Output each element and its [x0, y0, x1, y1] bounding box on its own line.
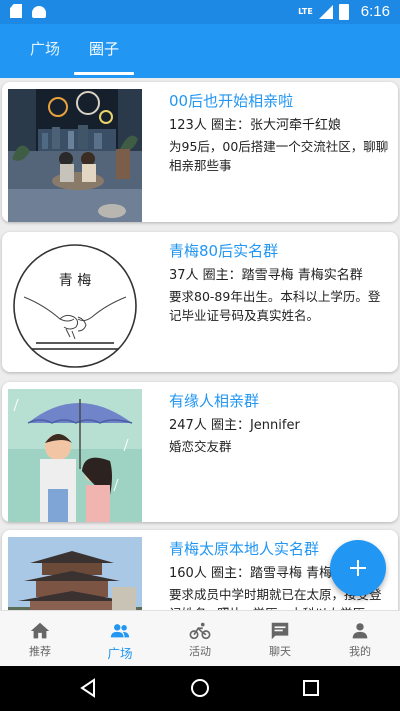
nav-label: 活动 [189, 645, 211, 658]
circle-title[interactable]: 青梅太原本地人实名群 [169, 538, 319, 559]
home-circle-icon[interactable] [190, 678, 210, 698]
nav-item-activity[interactable]: 活动 [160, 611, 240, 667]
chat-icon [271, 622, 289, 640]
nav-label: 推荐 [29, 645, 51, 658]
bottom-nav: 推荐 广场 活动 聊天 我的 [0, 610, 400, 667]
people-icon [110, 624, 130, 638]
circle-title[interactable]: 有缘人相亲群 [169, 390, 259, 411]
tab-circles[interactable]: 圈子 [74, 24, 134, 78]
circle-thumbnail [8, 537, 142, 610]
nav-item-recommend[interactable]: 推荐 [0, 611, 80, 667]
circle-thumbnail [8, 389, 142, 522]
signal-icon [318, 4, 333, 19]
recents-icon[interactable] [302, 679, 320, 697]
plus-icon [350, 560, 366, 576]
network-type: LTE [298, 6, 313, 16]
circle-meta: 123人 圈主：张大河牵千红娘 [169, 118, 341, 133]
clock: 6:16 [360, 3, 390, 20]
circle-card[interactable]: 有缘人相亲群 247人 圈主：Jennifer 婚恋交友群 [2, 382, 398, 522]
status-bar: LTE 6:16 [0, 0, 400, 24]
qingmei-text: 青 梅 [59, 273, 91, 289]
sd-card-icon [10, 4, 22, 18]
circle-thumbnail [8, 89, 142, 222]
system-nav-bar [0, 666, 400, 711]
circle-list[interactable]: 00后也开始相亲啦 123人 圈主：张大河牵千红娘 为95后，00后搭建一个交流… [0, 78, 400, 610]
circle-card[interactable]: 青 梅 青梅80后实名群 37人 圈主：踏雪寻梅 青梅实名群 要求80-89年出… [2, 232, 398, 372]
home-icon [30, 622, 50, 639]
circle-title[interactable]: 00后也开始相亲啦 [169, 90, 293, 111]
tab-square[interactable]: 广场 [20, 24, 70, 78]
circle-card[interactable]: 00后也开始相亲啦 123人 圈主：张大河牵千红娘 为95后，00后搭建一个交流… [2, 82, 398, 222]
person-icon [352, 623, 368, 639]
bike-icon [189, 622, 211, 640]
nav-label: 广场 [107, 646, 133, 661]
circle-meta: 37人 圈主：踏雪寻梅 青梅实名群 [169, 268, 363, 283]
nav-label: 聊天 [269, 645, 291, 658]
android-icon [32, 6, 46, 18]
circle-meta: 247人 圈主：Jennifer [169, 418, 300, 433]
circle-description: 婚恋交友群 [169, 439, 232, 454]
nav-item-me[interactable]: 我的 [320, 611, 400, 667]
night-room-couple-image [8, 89, 142, 222]
taiyuan-pagoda-image [8, 537, 142, 610]
nav-item-chat[interactable]: 聊天 [240, 611, 320, 667]
qingmei-handshake-image: 青 梅 [8, 239, 142, 372]
circle-thumbnail: 青 梅 [8, 239, 142, 372]
circle-description: 要求80-89年出生。本科以上学历。登记毕业证号码及真实姓名。 [169, 289, 381, 323]
battery-icon [338, 3, 349, 20]
app-bar: 广场 圈子 [0, 24, 400, 78]
tab-indicator [74, 72, 134, 75]
nav-label: 我的 [349, 645, 371, 658]
nav-item-square[interactable]: 广场 [80, 611, 160, 667]
back-icon[interactable] [78, 678, 98, 698]
circle-description: 为95后，00后搭建一个交流社区，聊聊相亲那些事 [169, 139, 389, 173]
circle-title[interactable]: 青梅80后实名群 [169, 240, 278, 261]
add-circle-button[interactable] [330, 540, 386, 596]
umbrella-couple-image [8, 389, 142, 522]
